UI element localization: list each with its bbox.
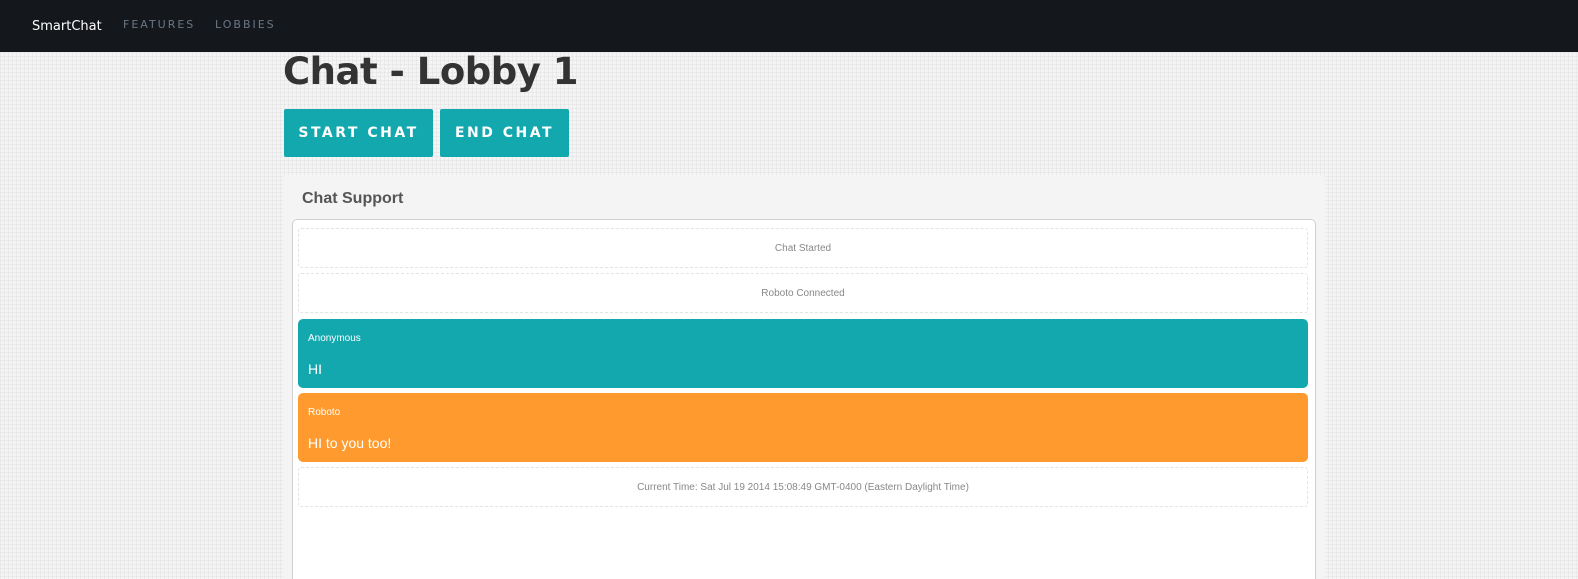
start-chat-button[interactable]: START CHAT (284, 109, 433, 157)
chat-support-panel: Chat Support Chat Started Roboto Connect… (283, 175, 1325, 579)
message-text: HI to you too! (308, 435, 392, 451)
end-chat-button[interactable]: END CHAT (440, 109, 569, 157)
message-author: Anonymous (308, 333, 361, 344)
nav-link-lobbies[interactable]: LOBBIES (215, 18, 276, 31)
chat-message-bot: Roboto HI to you too! (298, 393, 1308, 462)
system-message: Roboto Connected (298, 273, 1308, 313)
message-text: HI (308, 361, 322, 377)
page-title: Chat - Lobby 1 (283, 50, 578, 93)
nav-link-features[interactable]: FEATURES (123, 18, 195, 31)
brand-link[interactable]: SmartChat (32, 19, 102, 34)
chat-log[interactable]: Chat Started Roboto Connected Anonymous … (292, 219, 1316, 579)
top-navbar: SmartChat FEATURES LOBBIES (0, 0, 1578, 52)
system-message: Current Time: Sat Jul 19 2014 15:08:49 G… (298, 467, 1308, 507)
chat-message-user: Anonymous HI (298, 319, 1308, 388)
system-message: Chat Started (298, 228, 1308, 268)
panel-title: Chat Support (302, 190, 404, 207)
message-author: Roboto (308, 407, 341, 418)
